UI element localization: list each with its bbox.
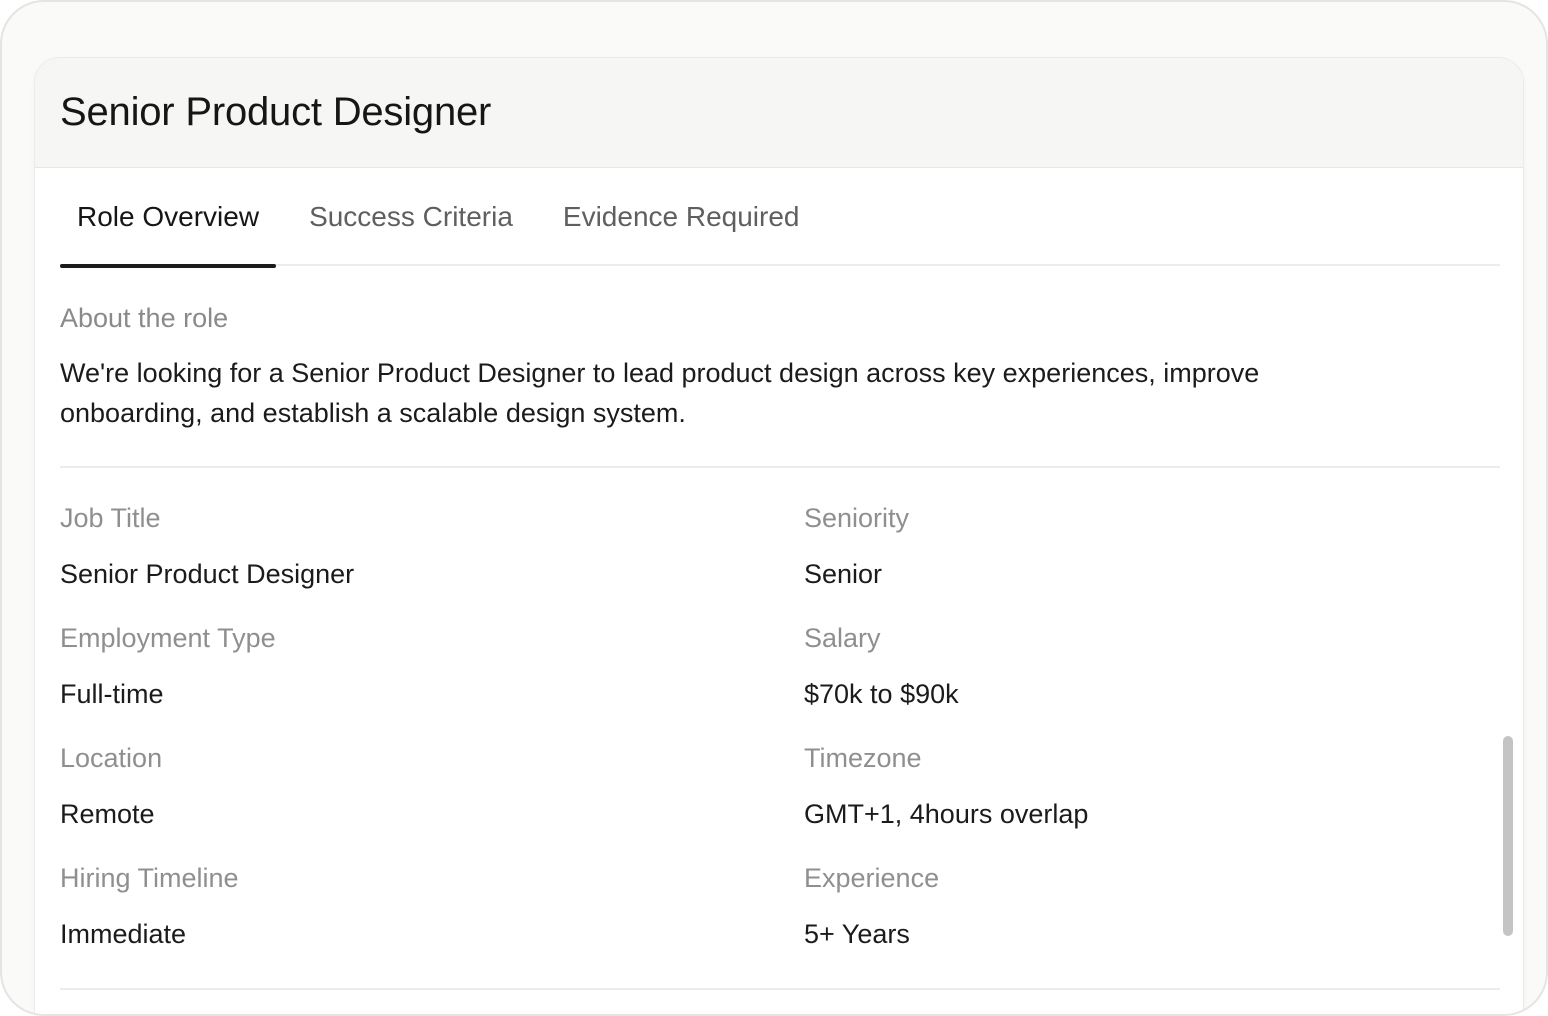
card-header: Senior Product Designer [35, 58, 1523, 168]
field-seniority: Seniority Senior [804, 498, 1484, 594]
app-window: Senior Product Designer Role Overview Su… [0, 0, 1548, 1016]
page-title: Senior Product Designer [60, 90, 492, 134]
scrollbar-thumb[interactable] [1503, 736, 1513, 936]
field-label: Hiring Timeline [60, 863, 239, 893]
field-label: Salary [804, 623, 881, 653]
field-value: Remote [60, 799, 155, 829]
field-employment-type: Employment Type Full-time [60, 618, 740, 714]
section-divider [60, 988, 1500, 990]
tab-role-overview[interactable]: Role Overview [60, 168, 277, 268]
section-divider [60, 466, 1500, 468]
field-value: Immediate [60, 919, 187, 949]
about-section: About the role We're looking for a Senio… [60, 298, 1500, 433]
role-card: Senior Product Designer Role Overview Su… [34, 57, 1524, 1014]
field-value: Senior Product Designer [60, 559, 355, 589]
about-text: We're looking for a Senior Product Desig… [60, 358, 1260, 428]
field-value: $70k to $90k [804, 679, 959, 709]
tab-evidence-required[interactable]: Evidence Required [546, 168, 817, 266]
field-label: Seniority [804, 503, 910, 533]
tab-success-criteria[interactable]: Success Criteria [292, 168, 530, 266]
field-label: Job Title [60, 503, 161, 533]
tab-bar: Role Overview Success Criteria Evidence … [60, 168, 1500, 268]
field-job-title: Job Title Senior Product Designer [60, 498, 740, 594]
field-value: 5+ Years [804, 919, 910, 949]
field-timezone: Timezone GMT+1, 4hours overlap [804, 738, 1484, 834]
field-value: Senior [804, 559, 883, 589]
field-label: Timezone [804, 743, 922, 773]
field-hiring-timeline: Hiring Timeline Immediate [60, 858, 740, 954]
field-label: Employment Type [60, 623, 276, 653]
about-label: About the role [60, 303, 229, 333]
field-label: Experience [804, 863, 940, 893]
field-label: Location [60, 743, 163, 773]
field-salary: Salary $70k to $90k [804, 618, 1484, 714]
field-experience: Experience 5+ Years [804, 858, 1484, 954]
field-value: GMT+1, 4hours overlap [804, 799, 1089, 829]
field-value: Full-time [60, 679, 164, 709]
field-location: Location Remote [60, 738, 740, 834]
